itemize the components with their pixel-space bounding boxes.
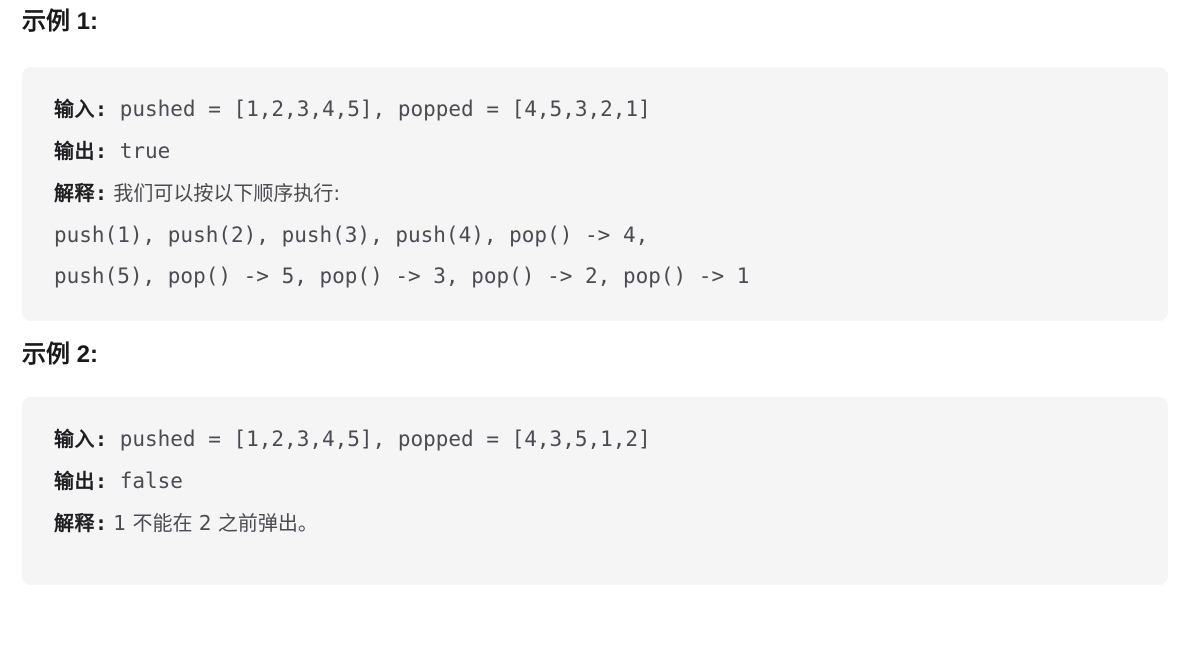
example-1-sequence-line-1: push(1), push(2), push(3), push(4), pop(… (54, 223, 649, 247)
example-2-output-row: 输出: false (54, 461, 1136, 503)
example-2-input-row: 输入: pushed = [1,2,3,4,5], popped = [4,3,… (54, 419, 1136, 461)
example-2-output-value: false (107, 469, 183, 493)
example-2-code-block: 输入: pushed = [1,2,3,4,5], popped = [4,3,… (22, 397, 1168, 585)
example-2-explanation-label: 解释 (54, 513, 95, 535)
example-2-output-label: 输出 (54, 471, 95, 493)
example-2-explanation-row: 解释: 1 不能在 2 之前弹出。 (54, 503, 1136, 545)
example-1-heading: 示例 1: (22, 8, 99, 35)
example-1-explanation-colon: : (95, 181, 108, 205)
examples-page: 示例 1: 输入: pushed = [1,2,3,4,5], popped =… (0, 0, 1190, 585)
example-1-sequence-line-2: push(5), pop() -> 5, pop() -> 3, pop() -… (54, 264, 750, 288)
example-1-output-colon: : (95, 139, 108, 163)
example-1-explanation-label: 解释 (54, 183, 95, 205)
example-2-explanation-value: 1 不能在 2 之前弹出。 (107, 511, 318, 535)
example-1-input-label: 输入 (54, 99, 95, 121)
example-2-input-label: 输入 (54, 429, 95, 451)
example-2-input-colon: : (95, 427, 108, 451)
example-2-input-value: pushed = [1,2,3,4,5], popped = [4,3,5,1,… (107, 427, 651, 451)
example-1-output-row: 输出: true (54, 131, 1136, 173)
example-2-output-colon: : (95, 469, 108, 493)
example-1-output-value: true (107, 139, 171, 163)
example-1-input-value: pushed = [1,2,3,4,5], popped = [4,5,3,2,… (107, 97, 651, 121)
example-1-explanation-row: 解释: 我们可以按以下顺序执行: (54, 173, 1136, 215)
example-1-explanation-value: 我们可以按以下顺序执行: (107, 181, 341, 205)
example-1-input-row: 输入: pushed = [1,2,3,4,5], popped = [4,5,… (54, 89, 1136, 131)
example-2-explanation-colon: : (95, 511, 108, 535)
example-1-code-block: 输入: pushed = [1,2,3,4,5], popped = [4,5,… (22, 67, 1168, 321)
example-1-input-colon: : (95, 97, 108, 121)
example-2-heading: 示例 2: (22, 341, 99, 368)
example-1-output-label: 输出 (54, 141, 95, 163)
